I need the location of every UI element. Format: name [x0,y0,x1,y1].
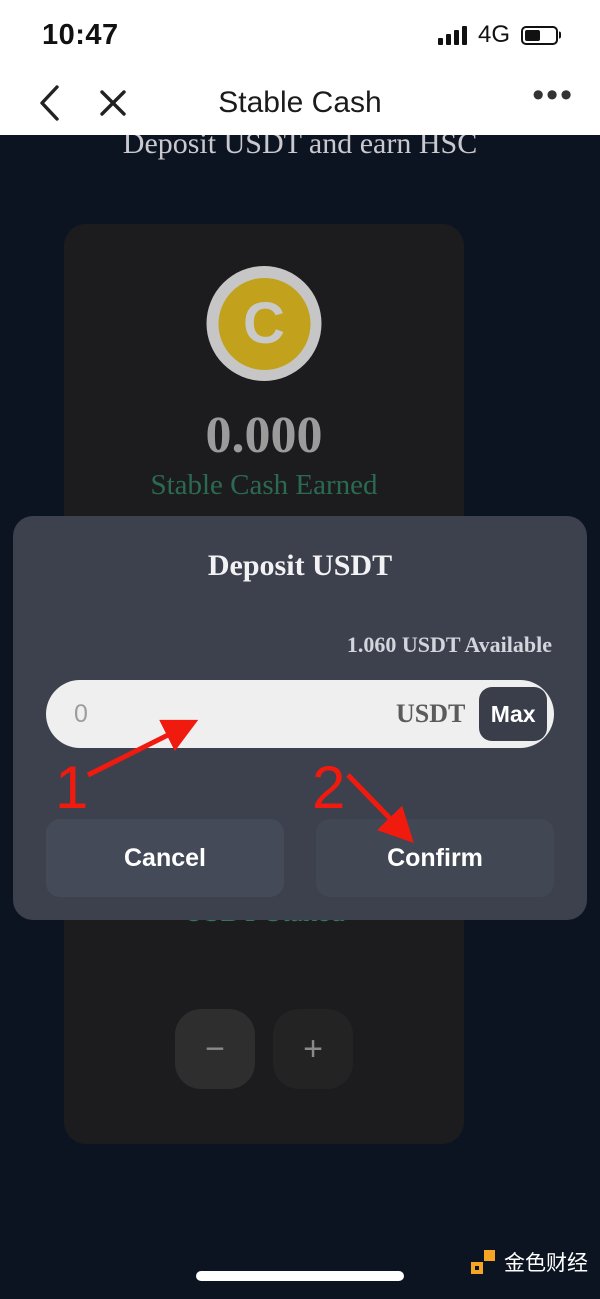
status-time: 10:47 [42,18,119,51]
confirm-button[interactable]: Confirm [316,819,554,897]
stable-cash-coin-icon: C [206,266,322,381]
amount-input[interactable] [74,699,396,729]
amount-input-row: USDT Max [46,680,554,748]
decrease-stake-button[interactable]: − [175,1009,255,1089]
page-subtitle: Deposit USDT and earn HSC [122,135,478,160]
deposit-usdt-dialog: Deposit USDT 1.060 USDT Available USDT M… [13,516,587,920]
stake-stepper: − + [64,1009,464,1089]
cancel-button[interactable]: Cancel [46,819,284,897]
back-button[interactable] [26,80,72,126]
signal-bars-icon [437,25,467,45]
watermark-text: 金色财经 [504,1251,588,1275]
dialog-title: Deposit USDT [207,549,393,582]
network-type-label: 4G [477,21,510,48]
earned-value: 0.000 [205,407,323,464]
status-bar: 10:47 4G [0,0,600,70]
increase-stake-button[interactable]: + [273,1009,353,1089]
home-indicator [196,1271,404,1281]
status-indicators: 4G [437,21,558,49]
chevron-left-icon [38,84,60,122]
available-balance-label: 1.060 USDT Available [346,632,552,657]
dialog-actions: Cancel Confirm [46,819,554,897]
navigation-bar: Stable Cash ••• [0,70,600,135]
jinse-logo-icon [470,1249,496,1275]
close-button[interactable] [90,80,136,126]
amount-unit-label: USDT [396,699,466,728]
watermark: 金色财经 [470,1247,588,1277]
coin-letter: C [218,277,310,370]
close-icon [98,88,128,118]
earned-label: Stable Cash Earned [150,469,378,501]
max-button[interactable]: Max [479,687,547,741]
ellipsis-icon[interactable]: ••• [532,78,574,117]
battery-icon [521,25,558,45]
